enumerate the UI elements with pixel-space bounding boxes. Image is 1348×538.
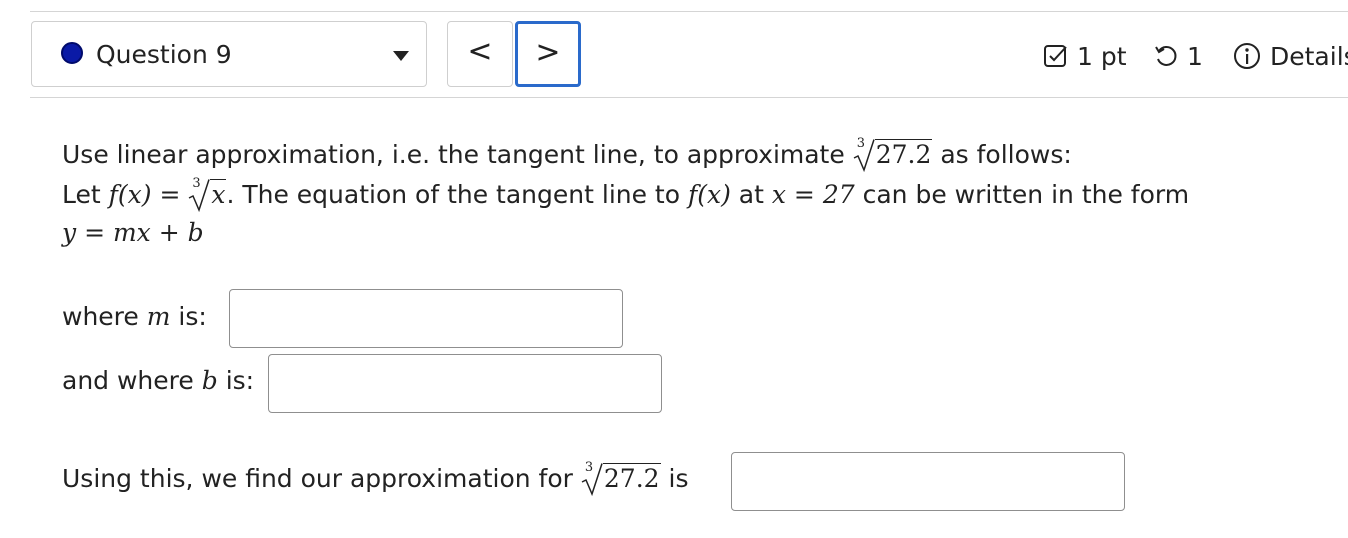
points-indicator: 1 pt <box>1043 36 1127 76</box>
math-x-equals-27: x = 27 <box>771 180 855 209</box>
radicand: 27.2 <box>874 139 933 169</box>
radical-sign-icon <box>189 179 211 212</box>
radical-sign-icon <box>581 463 603 496</box>
prompt-text: where <box>62 302 139 331</box>
cube-root-27-2: 3 27.2 <box>581 460 661 496</box>
question-selector[interactable]: Question 9 <box>31 21 427 87</box>
cube-root-x: 3 x <box>188 176 227 212</box>
header-divider <box>30 97 1348 98</box>
radicand: x <box>210 179 227 209</box>
checkbox-icon <box>1044 45 1067 67</box>
prompt-text: is: <box>178 302 207 331</box>
tries-text: 1 <box>1187 41 1203 71</box>
b-answer-input[interactable] <box>268 354 662 413</box>
previous-question-button[interactable]: < <box>447 21 513 87</box>
problem-text: Let <box>62 180 101 209</box>
info-icon <box>1234 43 1260 69</box>
math-b: b <box>201 366 218 395</box>
problem-text: at <box>738 180 764 209</box>
problem-line-2: Let f(x) = 3 x . The equation of the tan… <box>62 176 1190 212</box>
details-label: Details <box>1270 41 1348 71</box>
math-equals: = <box>159 180 181 209</box>
prompt-text: and where <box>62 366 194 395</box>
problem-text: can be written in the form <box>862 180 1190 209</box>
points-text: 1 pt <box>1077 41 1127 71</box>
m-prompt: where m is: <box>62 302 207 331</box>
math-fx: f(x) <box>108 180 152 209</box>
b-prompt: and where b is: <box>62 366 254 395</box>
problem-line-3: y = mx + b <box>62 218 204 247</box>
details-button[interactable]: Details <box>1232 36 1348 76</box>
radical-sign-icon <box>853 139 875 172</box>
problem-text: . The equation of the tangent line to <box>226 180 681 209</box>
question-status-dot <box>61 42 83 64</box>
question-label: Question 9 <box>96 40 232 69</box>
math-fx: f(x) <box>687 180 731 209</box>
next-question-button[interactable]: > <box>515 21 581 87</box>
tries-indicator: 1 <box>1153 36 1203 76</box>
approximation-answer-input[interactable] <box>731 452 1125 511</box>
cube-root-27-2: 3 27.2 <box>853 136 933 172</box>
final-prompt: Using this, we find our approximation fo… <box>62 460 689 496</box>
problem-text: as follows: <box>940 140 1072 169</box>
prompt-text: Using this, we find our approximation fo… <box>62 464 573 493</box>
retry-icon <box>1155 46 1177 66</box>
problem-text: Use linear approximation, i.e. the tange… <box>62 140 845 169</box>
math-line-form: y = mx + b <box>62 218 204 247</box>
chevron-down-icon <box>393 51 409 61</box>
problem-line-1: Use linear approximation, i.e. the tange… <box>62 136 1072 172</box>
radicand: 27.2 <box>602 463 661 493</box>
prompt-text: is <box>668 464 689 493</box>
math-m: m <box>146 302 171 331</box>
m-answer-input[interactable] <box>229 289 623 348</box>
top-divider <box>30 11 1348 12</box>
prompt-text: is: <box>225 366 255 395</box>
